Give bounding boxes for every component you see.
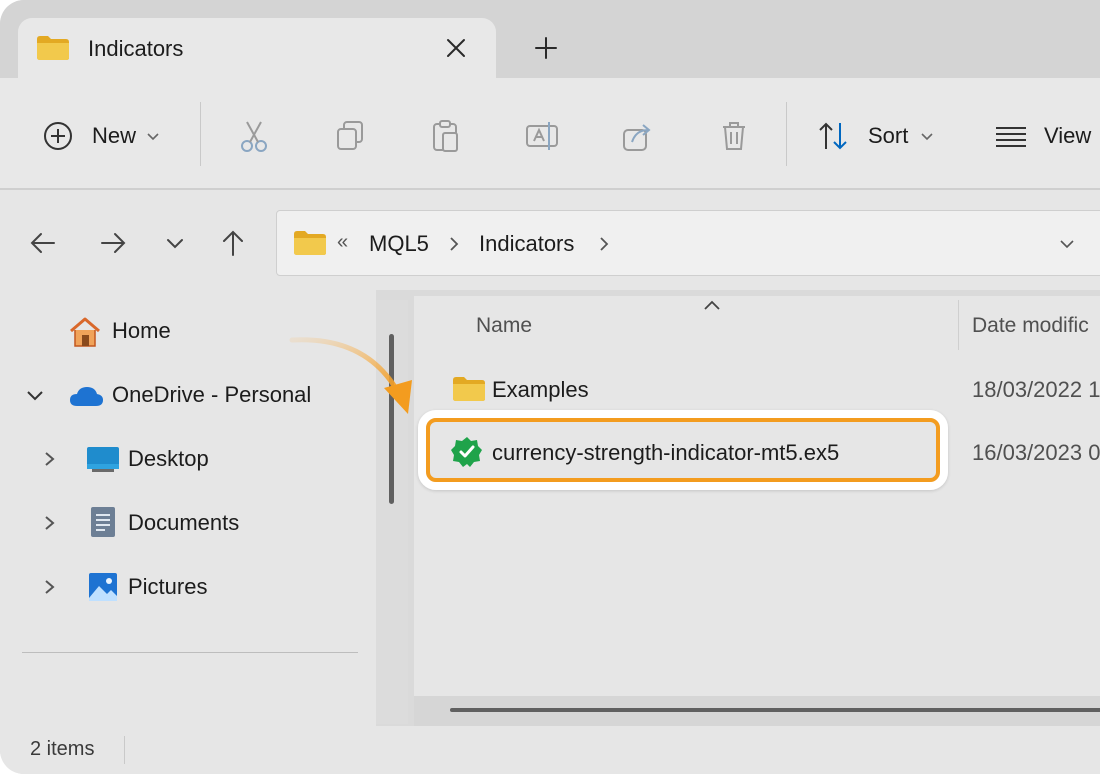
address-bar[interactable]: « MQL5 Indicators xyxy=(276,210,1100,276)
folder-icon xyxy=(37,36,69,60)
sort-icon xyxy=(819,122,847,150)
chevron-down-icon xyxy=(147,133,159,141)
nav-separator xyxy=(22,652,358,653)
column-separator[interactable] xyxy=(958,300,959,350)
file-name: Examples xyxy=(492,377,589,402)
breadcrumb-mql5[interactable]: MQL5 xyxy=(369,231,429,257)
chevron-down-icon[interactable] xyxy=(24,386,46,404)
folder-icon xyxy=(294,231,326,255)
sort-label: Sort xyxy=(868,123,909,148)
cut-icon[interactable] xyxy=(234,116,274,156)
nav-item-documents[interactable]: Documents xyxy=(0,498,360,548)
chevron-down-icon xyxy=(921,133,933,141)
chevron-right-icon[interactable] xyxy=(40,576,58,598)
chevron-right-icon xyxy=(600,237,609,251)
address-dropdown-chevron-icon[interactable] xyxy=(1057,235,1077,253)
plus-circle-icon xyxy=(44,122,72,150)
view-label: View xyxy=(1044,123,1092,148)
desktop-icon xyxy=(87,447,119,472)
up-arrow-icon[interactable] xyxy=(216,226,250,260)
nav-label: Desktop xyxy=(128,446,209,471)
nav-label: Pictures xyxy=(128,574,208,599)
sort-button[interactable]: Sort xyxy=(816,114,936,158)
pointer-arrow-icon xyxy=(289,337,412,414)
chevron-right-icon xyxy=(450,237,459,251)
column-header-name[interactable]: Name xyxy=(476,314,532,338)
nav-item-pictures[interactable]: Pictures xyxy=(0,562,360,612)
status-separator xyxy=(124,736,125,764)
nav-label: Home xyxy=(112,318,171,343)
nav-label: Documents xyxy=(128,510,240,535)
close-icon[interactable] xyxy=(440,32,472,64)
plus-icon[interactable] xyxy=(530,32,562,64)
toolbar-separator xyxy=(200,102,201,166)
item-count: 2 items xyxy=(30,738,95,760)
highlight-frame xyxy=(418,410,948,490)
recent-locations-chevron-icon[interactable] xyxy=(158,226,192,260)
new-button[interactable]: New xyxy=(42,114,162,158)
tab-bar: Indicators xyxy=(0,0,1100,78)
file-date: 18/03/2022 1 xyxy=(972,377,1100,402)
forward-arrow-icon[interactable] xyxy=(96,226,130,260)
view-icon xyxy=(996,127,1026,147)
paste-icon[interactable] xyxy=(426,116,466,156)
breadcrumb-indicators[interactable]: Indicators xyxy=(479,231,574,257)
tab-title: Indicators xyxy=(88,36,184,61)
folder-icon xyxy=(453,377,485,401)
delete-icon[interactable] xyxy=(714,116,754,156)
breadcrumb-overflow[interactable]: « xyxy=(337,231,348,254)
chevron-right-icon[interactable] xyxy=(40,448,58,470)
new-label: New xyxy=(92,123,137,148)
copy-icon[interactable] xyxy=(330,116,370,156)
horizontal-scrollbar-thumb[interactable] xyxy=(450,708,1100,712)
view-button[interactable]: View xyxy=(994,114,1091,158)
tab-indicators[interactable]: Indicators xyxy=(18,18,496,78)
toolbar-separator xyxy=(786,102,787,166)
home-icon xyxy=(70,317,100,347)
horizontal-scrollbar[interactable] xyxy=(414,696,1100,726)
column-header-date-modified[interactable]: Date modific xyxy=(972,314,1089,338)
nav-item-desktop[interactable]: Desktop xyxy=(0,434,360,484)
documents-icon xyxy=(91,507,115,537)
chevron-right-icon[interactable] xyxy=(40,512,58,534)
status-bar: 2 items xyxy=(0,726,1100,774)
address-row: « MQL5 Indicators xyxy=(0,190,1100,290)
cloud-icon xyxy=(70,387,103,406)
nav-label: OneDrive - Personal xyxy=(112,382,312,407)
file-date: 16/03/2023 0 xyxy=(972,440,1100,465)
pictures-icon xyxy=(89,573,117,601)
rename-icon[interactable] xyxy=(522,116,562,156)
share-icon[interactable] xyxy=(618,116,658,156)
back-arrow-icon[interactable] xyxy=(26,226,60,260)
file-row-examples[interactable]: Examples 18/03/2022 1 xyxy=(414,364,1100,414)
file-explorer-window: Indicators New Sort View « MQL5 Indicato… xyxy=(0,0,1100,774)
command-bar: New Sort View xyxy=(0,78,1100,188)
file-list: Name Date modific Examples 18/03/2022 1 … xyxy=(414,296,1100,726)
sort-ascending-caret-icon xyxy=(704,300,720,310)
